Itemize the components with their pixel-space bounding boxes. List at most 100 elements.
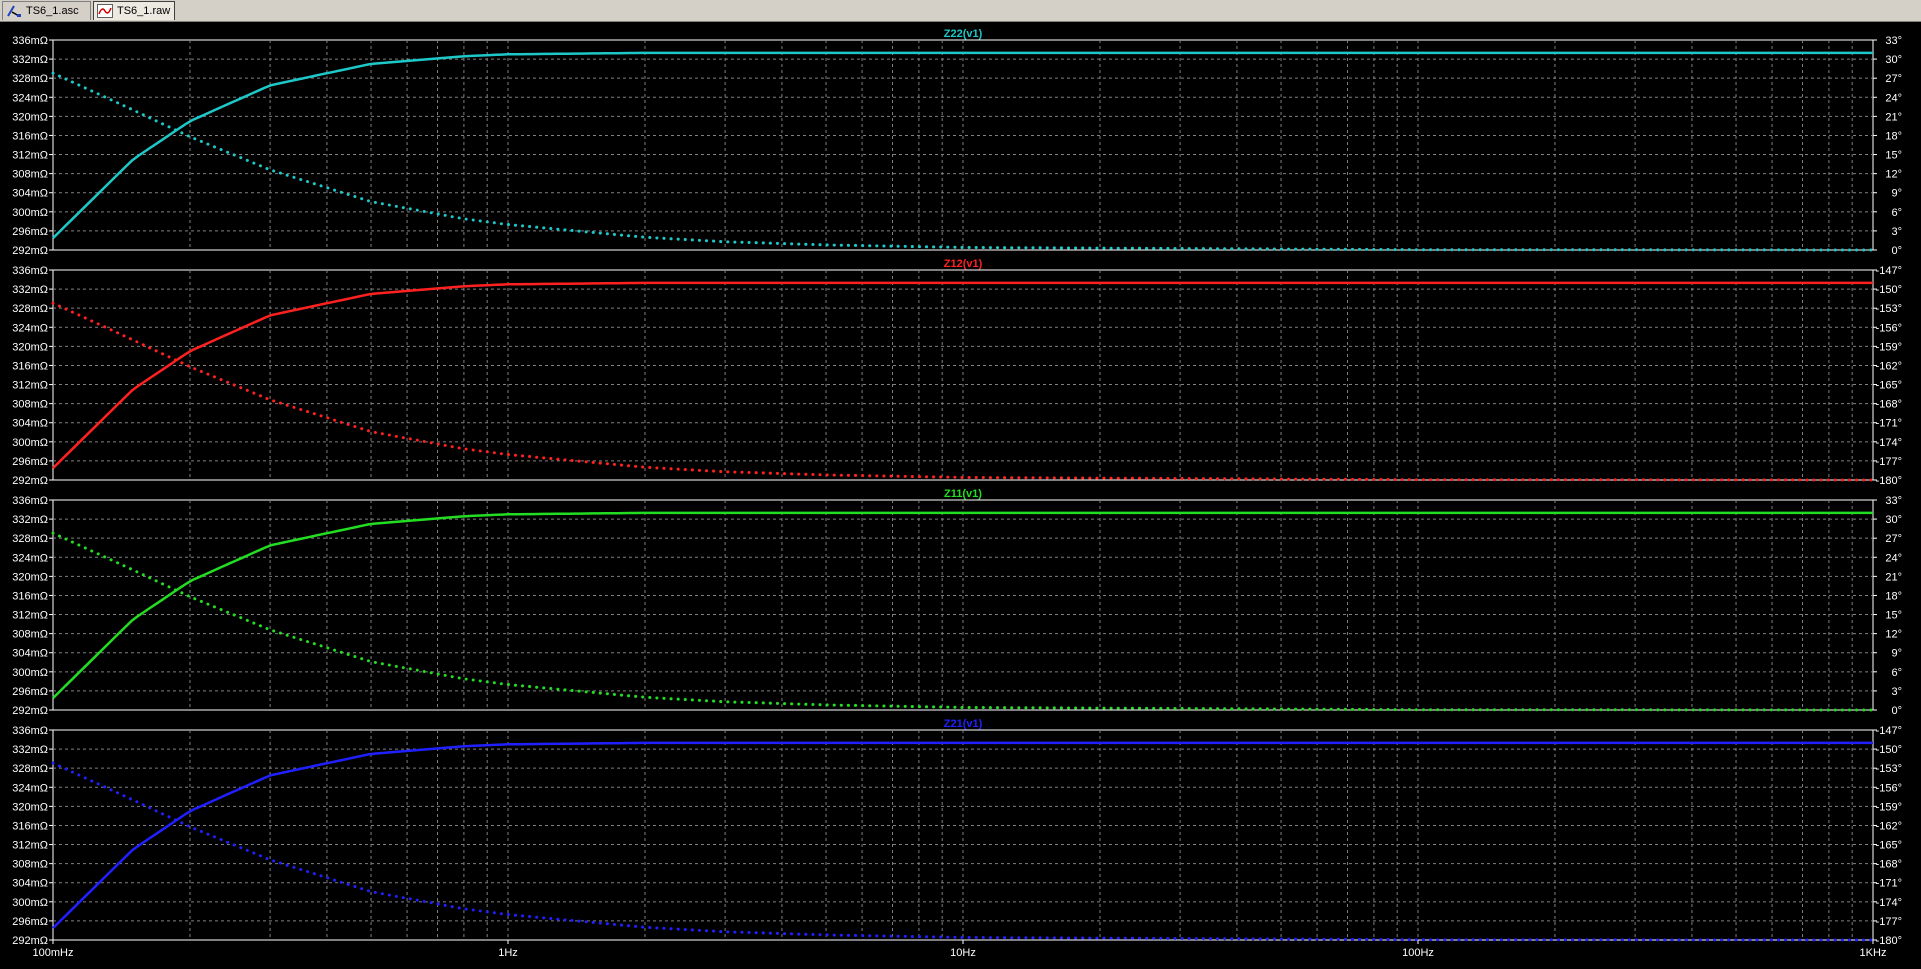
y2-tick-label: -177° (1876, 916, 1902, 928)
y-tick-label: 332mΩ (12, 744, 48, 756)
y-tick-label: 304mΩ (12, 188, 48, 200)
y-tick-label: 312mΩ (12, 150, 48, 162)
y-tick-label: 328mΩ (12, 533, 48, 545)
y2-tick-label: 12° (1885, 169, 1902, 181)
y-tick-label: 316mΩ (12, 360, 48, 372)
y-tick-label: 336mΩ (12, 35, 48, 47)
chart-pane-4[interactable]: 336mΩ -147° 332mΩ -150° 328mΩ -153° 324mΩ -156°… (12, 718, 1902, 947)
y2-tick-label: -159° (1876, 341, 1902, 353)
y2-tick-label: 33° (1885, 35, 1902, 47)
y2-tick-label: 21° (1885, 111, 1902, 123)
y-tick-label: 292mΩ (12, 935, 48, 947)
pane-title[interactable]: Z21(v1) (944, 718, 983, 730)
y2-tick-label: -171° (1876, 878, 1902, 890)
y-tick-label: 292mΩ (12, 475, 48, 487)
y2-tick-label: -174° (1876, 437, 1902, 449)
y2-tick-label: 0° (1891, 705, 1902, 717)
y-tick-label: 324mΩ (12, 92, 48, 104)
pane-title[interactable]: Z12(v1) (944, 258, 983, 270)
y2-tick-label: 18° (1885, 130, 1902, 142)
y-tick-label: 324mΩ (12, 552, 48, 564)
y2-tick-label: 27° (1885, 533, 1902, 545)
y2-tick-label: -177° (1876, 456, 1902, 468)
y2-tick-label: 12° (1885, 629, 1902, 641)
y-tick-label: 328mΩ (12, 73, 48, 85)
y-tick-label: 324mΩ (12, 782, 48, 794)
y-tick-label: 292mΩ (12, 705, 48, 717)
y-tick-label: 320mΩ (12, 571, 48, 583)
y-tick-label: 308mΩ (12, 859, 48, 871)
x-tick-label: 1KHz (1860, 947, 1887, 959)
y-tick-label: 328mΩ (12, 303, 48, 315)
y-tick-label: 332mΩ (12, 514, 48, 526)
y-tick-label: 308mΩ (12, 399, 48, 411)
y-tick-label: 332mΩ (12, 54, 48, 66)
y-tick-label: 308mΩ (12, 629, 48, 641)
y2-tick-label: -174° (1876, 897, 1902, 909)
y-tick-label: 296mΩ (12, 916, 48, 928)
schematic-icon (6, 4, 22, 18)
y-tick-label: 312mΩ (12, 610, 48, 622)
y2-tick-label: -171° (1876, 418, 1902, 430)
y-tick-label: 300mΩ (12, 897, 48, 909)
y2-tick-label: -147° (1876, 725, 1902, 737)
y2-tick-label: 3° (1891, 226, 1902, 238)
x-tick-label: 100mHz (33, 947, 74, 959)
y2-tick-label: -162° (1876, 360, 1902, 372)
x-tick-label: 100Hz (1402, 947, 1434, 959)
chart-pane-2[interactable]: 336mΩ -147° 332mΩ -150° 328mΩ -153° 324mΩ -156°… (12, 258, 1902, 487)
chart-pane-3[interactable]: 336mΩ 33° 332mΩ 30° 328mΩ 27° 324mΩ 24° 320mΩ 21°… (12, 488, 1902, 717)
tab-bar: TS6_1.asc TS6_1.raw (0, 0, 1921, 22)
y2-tick-label: 33° (1885, 495, 1902, 507)
y2-tick-label: -159° (1876, 801, 1902, 813)
tab-schematic[interactable]: TS6_1.asc (2, 1, 91, 20)
y2-tick-label: -180° (1876, 475, 1902, 487)
y-tick-label: 296mΩ (12, 686, 48, 698)
y2-tick-label: 3° (1891, 686, 1902, 698)
tab-label: TS6_1.asc (26, 5, 79, 17)
tab-waveform[interactable]: TS6_1.raw (93, 1, 175, 20)
y2-tick-label: -153° (1876, 763, 1902, 775)
y2-tick-label: 24° (1885, 552, 1902, 564)
y-tick-label: 312mΩ (12, 380, 48, 392)
y-tick-label: 316mΩ (12, 590, 48, 602)
x-tick-label: 1Hz (498, 947, 518, 959)
x-tick-label: 10Hz (950, 947, 976, 959)
y-tick-label: 336mΩ (12, 265, 48, 277)
y-tick-label: 304mΩ (12, 418, 48, 430)
y-tick-label: 316mΩ (12, 820, 48, 832)
y-tick-label: 320mΩ (12, 801, 48, 813)
y2-tick-label: 18° (1885, 590, 1902, 602)
y-tick-label: 296mΩ (12, 226, 48, 238)
y2-tick-label: 15° (1885, 150, 1902, 162)
waveform-icon (97, 4, 113, 18)
y2-tick-label: -180° (1876, 935, 1902, 947)
y2-tick-label: -150° (1876, 744, 1902, 756)
y2-tick-label: 6° (1891, 207, 1902, 219)
y-tick-label: 296mΩ (12, 456, 48, 468)
y2-tick-label: 30° (1885, 514, 1902, 526)
plot-area[interactable]: 336mΩ 33° 332mΩ 30° 328mΩ 27° 324mΩ 24° 320mΩ 21°… (0, 22, 1921, 969)
y-tick-label: 304mΩ (12, 878, 48, 890)
chart-pane-1[interactable]: 336mΩ 33° 332mΩ 30° 328mΩ 27° 324mΩ 24° 320mΩ 21°… (12, 28, 1902, 257)
y2-tick-label: 9° (1891, 188, 1902, 200)
y-tick-label: 320mΩ (12, 341, 48, 353)
y2-tick-label: -147° (1876, 265, 1902, 277)
y2-tick-label: 6° (1891, 667, 1902, 679)
y2-tick-label: -168° (1876, 859, 1902, 871)
y-tick-label: 308mΩ (12, 169, 48, 181)
y-tick-label: 312mΩ (12, 840, 48, 852)
y2-tick-label: -153° (1876, 303, 1902, 315)
y2-tick-label: 24° (1885, 92, 1902, 104)
y2-tick-label: -150° (1876, 284, 1902, 296)
y-tick-label: 300mΩ (12, 667, 48, 679)
pane-title[interactable]: Z11(v1) (944, 488, 982, 500)
y2-tick-label: -156° (1876, 322, 1902, 334)
y-tick-label: 316mΩ (12, 130, 48, 142)
y-tick-label: 300mΩ (12, 437, 48, 449)
y2-tick-label: 0° (1891, 245, 1902, 257)
y2-tick-label: 15° (1885, 610, 1902, 622)
pane-title[interactable]: Z22(v1) (944, 28, 983, 40)
y-tick-label: 336mΩ (12, 725, 48, 737)
y-tick-label: 300mΩ (12, 207, 48, 219)
